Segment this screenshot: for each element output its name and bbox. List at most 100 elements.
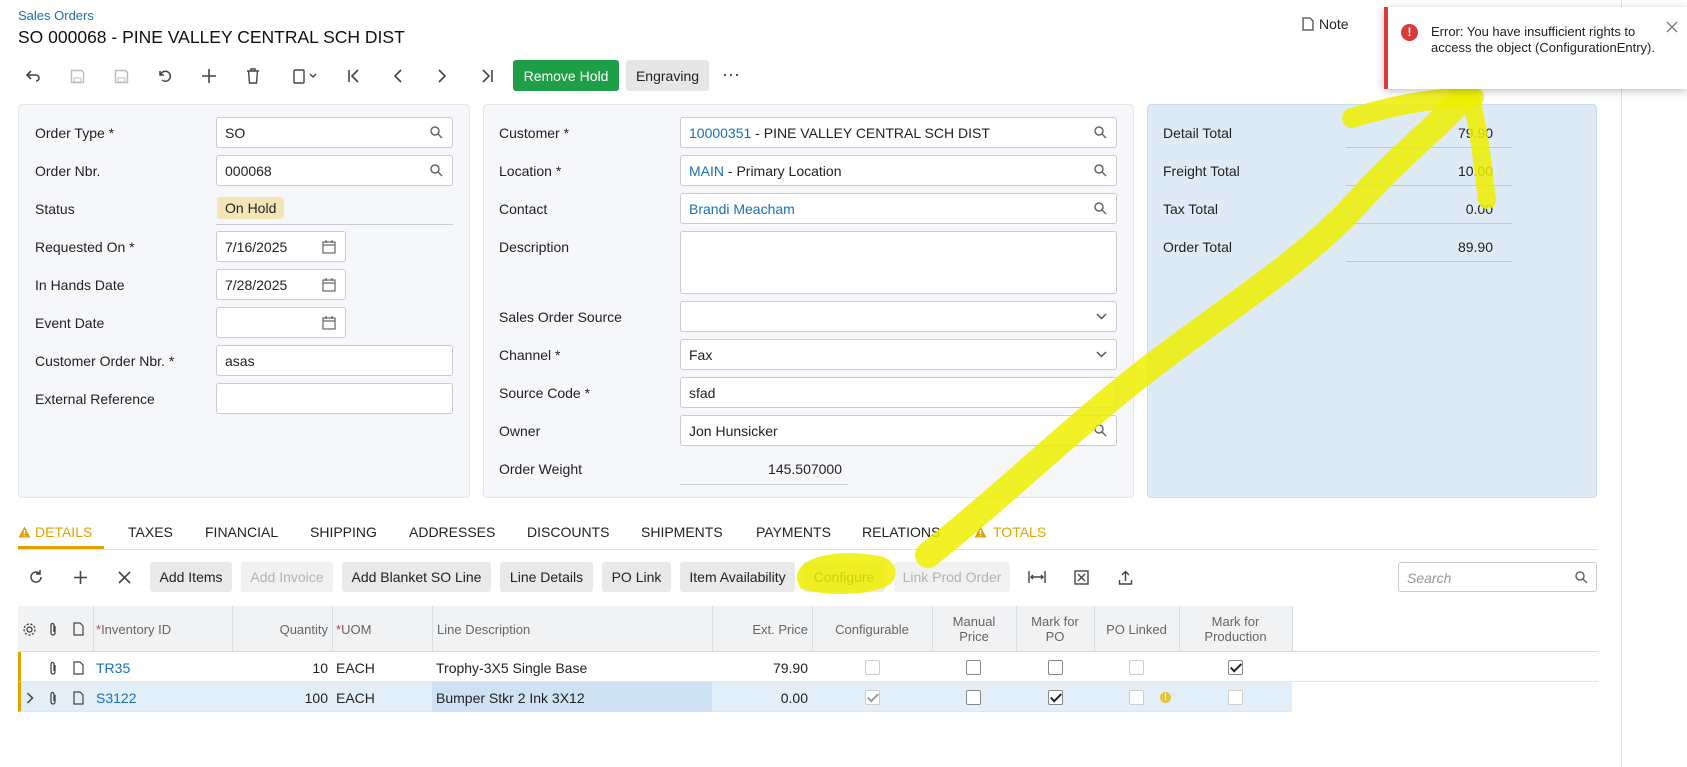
close-notification-button[interactable] [1666,20,1678,38]
event-date-label: Event Date [35,315,105,331]
sales-order-source-select[interactable] [680,301,1117,332]
line-description-cell[interactable]: Bumper Stkr 2 Ink 3X12 [436,683,585,713]
expand-row-button[interactable] [26,683,34,713]
add-items-button[interactable]: Add Items [150,562,232,592]
note-button[interactable]: Note [1302,16,1349,32]
uom-cell[interactable]: EACH [336,683,375,713]
tab-financial[interactable]: FINANCIAL [205,524,278,540]
freight-total-value: 10.00 [1457,163,1493,179]
contact-field[interactable]: Brandi Meacham [680,193,1117,224]
line-details-button[interactable]: Line Details [500,562,593,592]
col-ext-price[interactable]: Ext. Price [712,606,808,652]
customer-field[interactable]: 10000351 - PINE VALLEY CENTRAL SCH DIST [680,117,1117,148]
tab-relations[interactable]: RELATIONS [862,524,940,540]
tab-taxes[interactable]: TAXES [128,524,173,540]
col-mark-for-po[interactable]: Mark for PO [1016,606,1094,652]
order-type-field[interactable]: SO [216,117,453,148]
item-availability-button[interactable]: Item Availability [680,562,795,592]
search-icon [1094,424,1107,437]
column-settings-button[interactable] [22,606,37,652]
remove-hold-button[interactable]: Remove Hold [513,60,619,91]
attachment-icon[interactable] [48,653,58,683]
save-button[interactable] [107,62,135,90]
manual-price-checkbox[interactable] [966,690,981,705]
owner-field[interactable]: Jon Hunsicker [680,415,1117,446]
link-prod-order-button[interactable]: Link Prod Order [894,562,1010,592]
attachment-icon[interactable] [48,683,58,713]
col-line-description[interactable]: Line Description [437,606,530,652]
uom-cell[interactable]: EACH [336,653,375,683]
delete-row-button[interactable] [110,563,138,591]
configure-button[interactable]: Configure [803,562,885,592]
table-row[interactable] [18,652,1292,682]
customer-order-nbr-field[interactable]: asas [216,345,453,376]
back-button[interactable] [19,62,47,90]
note-icon[interactable] [73,653,84,683]
copy-paste-button[interactable] [288,62,324,90]
customer-label: Customer * [499,125,570,141]
channel-select[interactable]: Fax [680,339,1117,370]
add-new-button[interactable] [195,62,223,90]
col-quantity[interactable]: Quantity [232,606,328,652]
more-actions-button[interactable]: ⋯ [718,60,744,91]
breadcrumb[interactable]: Sales Orders [18,8,94,23]
add-row-button[interactable] [66,563,94,591]
col-configurable[interactable]: Configurable [812,606,932,652]
engraving-button[interactable]: Engraving [626,60,709,91]
quantity-cell[interactable]: 10 [232,653,328,683]
fit-columns-button[interactable] [1023,563,1051,591]
first-record-button[interactable] [340,62,368,90]
event-date-field[interactable] [216,307,346,338]
mark-for-po-checkbox[interactable] [1048,690,1063,705]
in-hands-label: In Hands Date [35,277,125,293]
tab-totals[interactable]: TOTALS [974,524,1046,540]
last-record-button[interactable] [473,62,501,90]
add-invoice-button[interactable]: Add Invoice [241,562,333,592]
col-inventory-id[interactable]: * Inventory ID [96,606,171,652]
tab-addresses[interactable]: ADDRESSES [409,524,495,540]
location-id-link[interactable]: MAIN [689,163,724,179]
source-code-field[interactable]: sfad [680,377,1117,408]
in-hands-field[interactable]: 7/28/2025 [216,269,346,300]
ext-price-cell[interactable]: 0.00 [712,683,808,713]
inventory-id-link[interactable]: S3122 [96,683,136,713]
add-blanket-so-line-button[interactable]: Add Blanket SO Line [342,562,491,592]
mark-for-po-checkbox[interactable] [1048,660,1063,675]
line-description-cell[interactable]: Trophy-3X5 Single Base [436,653,587,683]
tab-shipments[interactable]: SHIPMENTS [641,524,723,540]
col-manual-price[interactable]: Manual Price [932,606,1016,652]
upload-button[interactable] [1111,563,1139,591]
refresh-button[interactable] [22,563,50,591]
order-type-label: Order Type * [35,125,115,141]
delete-button[interactable] [239,62,267,90]
external-reference-field[interactable] [216,383,453,414]
tab-details[interactable]: DETAILS [18,524,92,540]
cancel-button[interactable] [151,62,179,90]
mark-for-production-checkbox[interactable] [1228,660,1243,675]
previous-record-button[interactable] [384,62,412,90]
export-excel-button[interactable] [1067,563,1095,591]
order-nbr-field[interactable]: 000068 [216,155,453,186]
ext-price-cell[interactable]: 79.90 [712,653,808,683]
configurable-checkbox [865,660,880,675]
col-uom[interactable]: * UOM [336,606,371,652]
note-icon[interactable] [73,683,84,713]
tab-shipping[interactable]: SHIPPING [310,524,377,540]
location-field[interactable]: MAIN - Primary Location [680,155,1117,186]
quantity-cell[interactable]: 100 [232,683,328,713]
col-po-linked[interactable]: PO Linked [1094,606,1179,652]
inventory-id-link[interactable]: TR35 [96,653,130,683]
save-close-button[interactable] [63,62,91,90]
tab-payments[interactable]: PAYMENTS [756,524,831,540]
contact-link[interactable]: Brandi Meacham [689,201,795,217]
tab-discounts[interactable]: DISCOUNTS [527,524,609,540]
manual-price-checkbox[interactable] [966,660,981,675]
customer-id-link[interactable]: 10000351 [689,125,751,141]
requested-on-field[interactable]: 7/16/2025 [216,231,346,262]
detail-total-underline [1346,147,1512,148]
col-mark-for-production[interactable]: Mark for Production [1179,606,1292,652]
grid-search-input[interactable]: Search [1398,562,1597,592]
description-textarea[interactable] [680,231,1117,294]
next-record-button[interactable] [428,62,456,90]
po-link-button[interactable]: PO Link [602,562,671,592]
